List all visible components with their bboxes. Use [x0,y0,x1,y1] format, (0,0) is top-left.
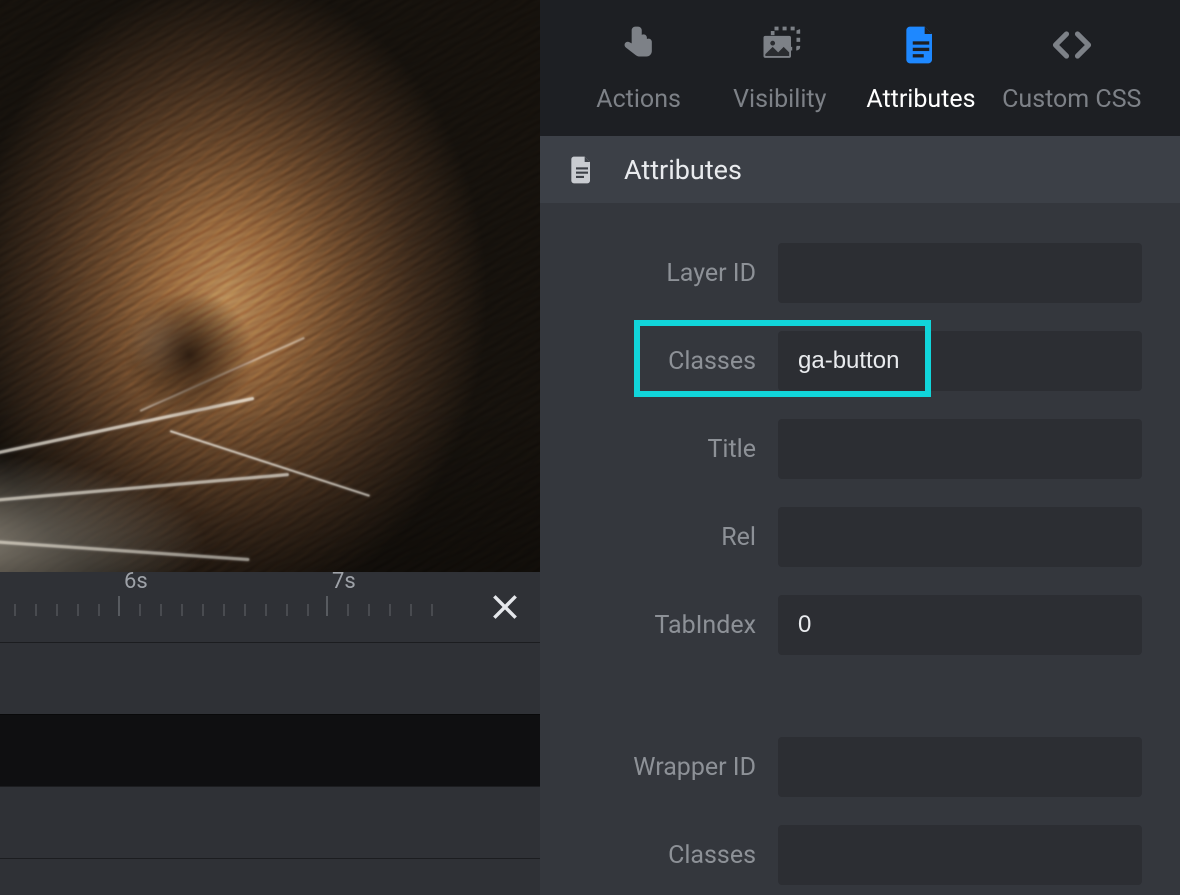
wrapper-classes-input[interactable] [778,825,1142,885]
tab-label: Attributes [866,85,975,114]
field-label: Title [578,435,778,464]
document-icon [566,154,598,186]
field-label: Classes [578,347,778,376]
track-row[interactable] [0,786,540,858]
close-button[interactable] [484,586,526,628]
document-icon [899,23,943,67]
field-layer-id: Layer ID [578,243,1142,303]
timeline[interactable]: 6s 7s [0,572,540,642]
visibility-icon [758,23,802,67]
tab-label: Custom CSS [1002,85,1141,114]
section-title: Attributes [624,154,742,186]
rel-input[interactable] [778,507,1142,567]
tabindex-input[interactable] [778,595,1142,655]
field-label: Wrapper ID [578,753,778,782]
field-tabindex: TabIndex [578,595,1142,655]
classes-input[interactable] [778,331,1142,391]
timeline-marker: 6s [124,569,148,594]
tab-customcss[interactable]: Custom CSS [1002,23,1141,114]
attributes-form: Layer ID Classes Title Rel TabIndex [540,203,1180,895]
field-wrapper-id: Wrapper ID [578,737,1142,797]
field-rel: Rel [578,507,1142,567]
touch-icon [617,23,661,67]
tab-visibility[interactable]: Visibility [720,23,840,114]
tab-actions[interactable]: Actions [579,23,699,114]
tab-bar: Actions Visibility [540,0,1180,136]
tab-label: Actions [596,85,681,114]
section-header: Attributes [540,136,1180,203]
timeline-marker: 7s [332,569,356,594]
preview-image [0,0,540,572]
timeline-tracks [0,642,540,895]
side-panel: Actions Visibility [540,0,1180,895]
field-label: TabIndex [578,611,778,640]
field-classes: Classes [578,331,1142,391]
title-input[interactable] [778,419,1142,479]
field-label: Layer ID [578,259,778,288]
layer-id-input[interactable] [778,243,1142,303]
preview-panel: 6s 7s [0,0,540,895]
track-row[interactable] [0,858,540,895]
tab-attributes[interactable]: Attributes [861,23,981,114]
field-label: Classes [578,841,778,870]
track-row[interactable] [0,642,540,714]
close-icon [489,591,521,623]
field-title: Title [578,419,1142,479]
tab-label: Visibility [733,85,826,114]
field-label: Rel [578,523,778,552]
track-row[interactable] [0,714,540,786]
wrapper-id-input[interactable] [778,737,1142,797]
timeline-ticks: 6s 7s [0,572,540,642]
code-icon [1050,23,1094,67]
field-wrapper-classes: Classes [578,825,1142,885]
